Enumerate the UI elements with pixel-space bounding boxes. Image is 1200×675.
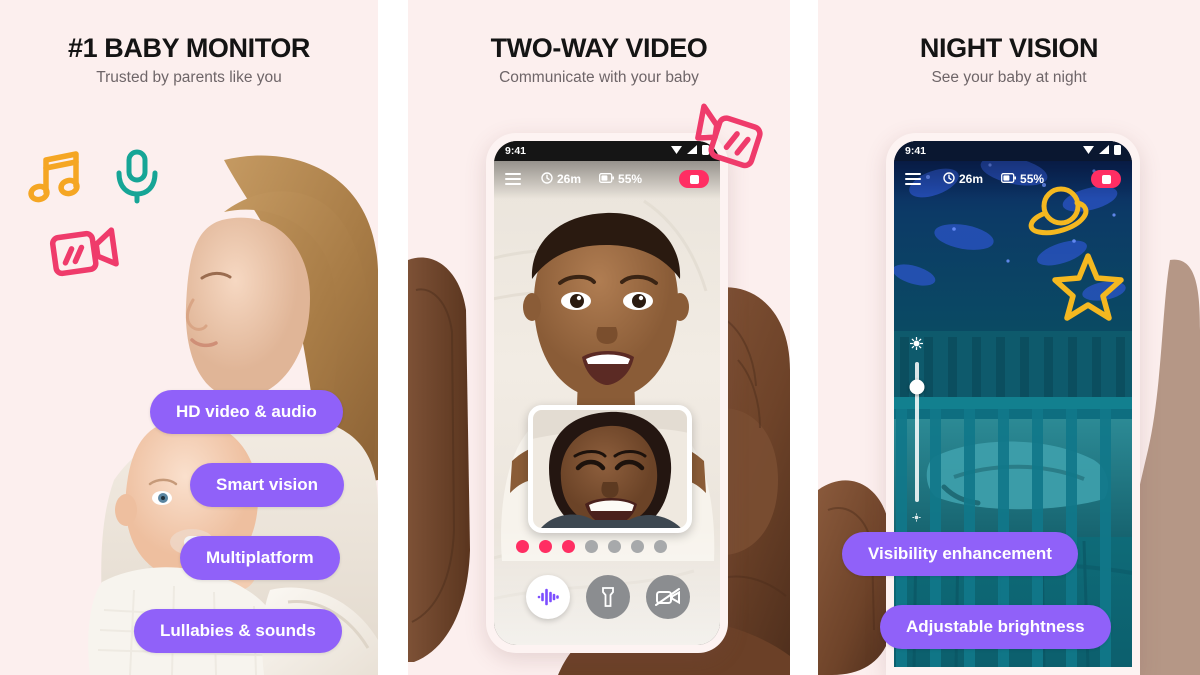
clock-icon [943, 171, 955, 187]
page-title: #1 BABY MONITOR [67, 33, 311, 63]
phone-mockup: 9:41 26m 55% [886, 133, 1140, 675]
battery-icon [1114, 144, 1121, 158]
dot-1[interactable] [516, 540, 529, 553]
wifi-icon [1083, 145, 1094, 157]
session-timer-value: 26m [557, 172, 582, 186]
dot-7[interactable] [654, 540, 667, 553]
battery-percent: 55% [618, 172, 643, 186]
panel-baby-monitor: #1 BABY MONITOR Trusted by parents like … [0, 0, 378, 675]
dot-5[interactable] [608, 540, 621, 553]
feature-pill-multiplatform[interactable]: Multiplatform [180, 536, 340, 581]
panel-divider-2 [790, 0, 818, 675]
dot-2[interactable] [539, 540, 552, 553]
status-time: 9:41 [505, 145, 527, 157]
page-title: NIGHT VISION [919, 33, 1099, 63]
session-timer-value: 26m [959, 172, 984, 186]
dot-3[interactable] [562, 540, 575, 553]
wifi-icon [671, 145, 682, 157]
feature-pill-visibility-enhancement[interactable]: Visibility enhancement [842, 532, 1078, 577]
battery-status: 55% [599, 172, 642, 186]
feature-pill-lullabies[interactable]: Lullabies & sounds [134, 609, 342, 654]
status-time: 9:41 [905, 145, 927, 157]
phone-screen: 9:41 26m 55% [494, 141, 720, 645]
music-note-icon [26, 146, 88, 213]
app-bar: 26m 55% [894, 161, 1132, 197]
session-timer: 26m [943, 171, 984, 187]
page-subtitle: Communicate with your baby [499, 69, 699, 86]
microphone-icon [112, 148, 162, 209]
feature-pill-adjustable-brightness[interactable]: Adjustable brightness [880, 605, 1111, 650]
feature-pill-hd-video[interactable]: HD video & audio [150, 390, 343, 435]
page-title: TWO-WAY VIDEO [490, 33, 708, 63]
hamburger-menu-icon[interactable] [505, 173, 521, 185]
call-controls [526, 575, 690, 619]
brightness-slider[interactable] [909, 336, 924, 527]
clock-icon [541, 171, 553, 187]
video-camera-icon [49, 222, 120, 285]
brightness-thumb[interactable] [909, 379, 924, 395]
session-timer: 26m [541, 171, 582, 187]
record-stop-button[interactable] [1091, 170, 1121, 188]
dot-4[interactable] [585, 540, 598, 553]
phone-screen: 9:41 26m 55% [894, 141, 1132, 667]
hamburger-menu-icon[interactable] [905, 173, 921, 185]
panel-night-vision: NIGHT VISION See your baby at night 9:41… [818, 0, 1200, 675]
screenshot-gallery: #1 BABY MONITOR Trusted by parents like … [0, 0, 1200, 675]
sun-dim-icon [912, 509, 921, 527]
brightness-track[interactable] [909, 362, 924, 502]
star-icon [1051, 250, 1125, 327]
dot-6[interactable] [631, 540, 644, 553]
page-subtitle: Trusted by parents like you [96, 69, 282, 86]
page-subtitle: See your baby at night [931, 69, 1087, 86]
battery-icon [1001, 172, 1017, 186]
page-indicator-dots[interactable] [516, 540, 667, 553]
feature-pill-smart-vision[interactable]: Smart vision [190, 463, 345, 508]
video-off-button[interactable] [646, 575, 690, 619]
planet-icon [1025, 180, 1089, 249]
signal-icon [1099, 145, 1109, 157]
sun-bright-icon [909, 336, 924, 355]
app-bar: 26m 55% [494, 161, 720, 197]
status-bar: 9:41 [894, 141, 1132, 161]
flashlight-button[interactable] [586, 575, 630, 619]
picture-in-picture-video[interactable] [528, 405, 692, 533]
audio-waveform-button[interactable] [526, 575, 570, 619]
phone-mockup: 9:41 26m 55% [486, 133, 728, 653]
video-camera-icon [689, 103, 765, 176]
panel-divider-1 [378, 0, 408, 675]
panel-two-way-video: TWO-WAY VIDEO Communicate with your baby [408, 0, 790, 675]
battery-icon [599, 172, 615, 186]
